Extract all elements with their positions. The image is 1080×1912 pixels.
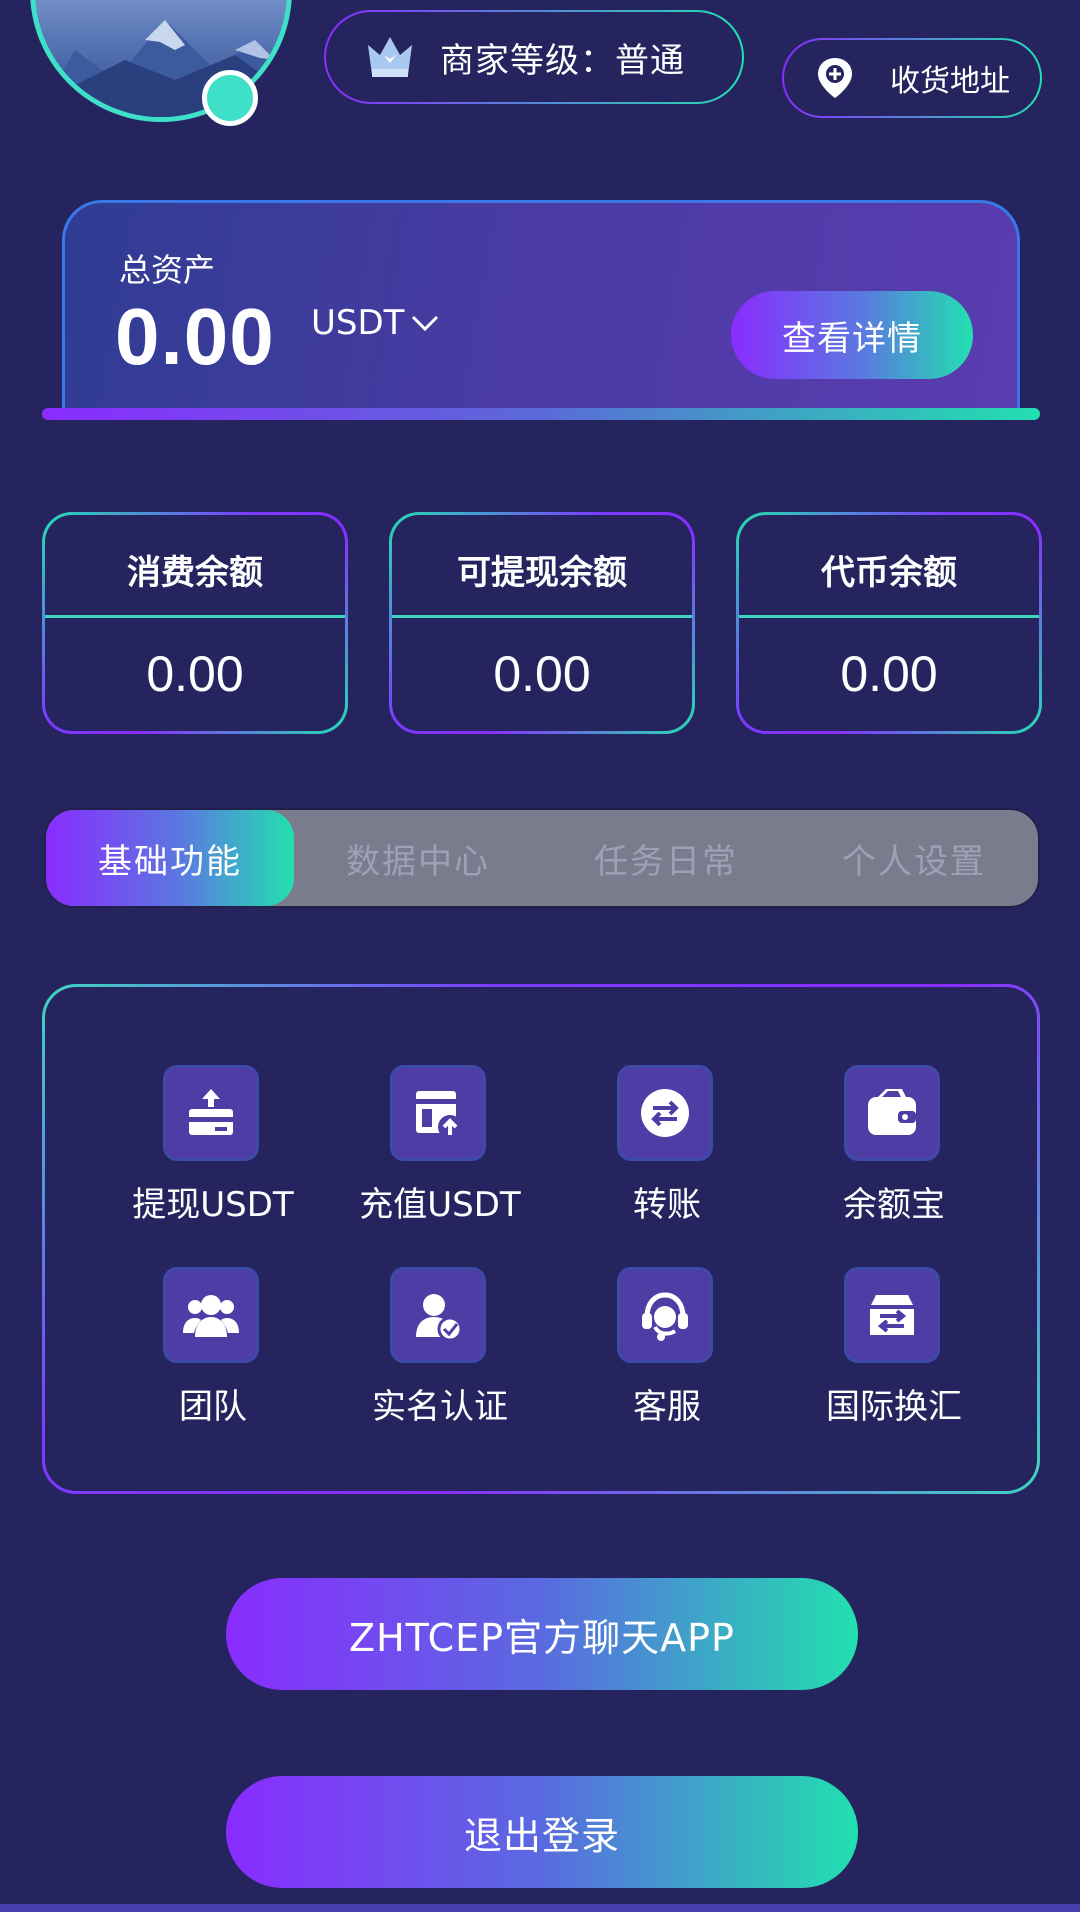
merchant-level-badge[interactable]: 商家等级：普通: [324, 10, 744, 104]
grid-item-recharge-usdt[interactable]: 充值USDT: [330, 1065, 550, 1235]
divider: [392, 615, 692, 618]
grid-item-label: 充值USDT: [359, 1185, 521, 1225]
view-details-button[interactable]: 查看详情: [731, 291, 973, 379]
grid-item-real-name-verification[interactable]: 实名认证: [330, 1267, 550, 1437]
grid-item-international-exchange[interactable]: 国际换汇: [784, 1267, 1004, 1437]
currency-selector[interactable]: USDT: [311, 303, 440, 343]
avatar-area[interactable]: [30, 0, 292, 130]
profile-page: 商家等级：普通 收货地址 总资产 0.00 USDT 查看详情 消费余额 0.0…: [0, 0, 1080, 1912]
logout-button[interactable]: 退出登录: [226, 1776, 858, 1888]
grid-item-transfer[interactable]: 转账: [557, 1065, 777, 1235]
shipping-address-button[interactable]: 收货地址: [782, 38, 1042, 118]
grid-item-yuebao[interactable]: 余额宝: [784, 1065, 1004, 1235]
grid-item-label: 转账: [633, 1185, 701, 1225]
divider: [45, 615, 345, 618]
grid-item-label: 提现USDT: [132, 1185, 294, 1225]
tab-basic-functions[interactable]: 基础功能: [46, 810, 294, 906]
bottom-edge: [0, 1904, 1080, 1912]
token-balance-card[interactable]: 代币余额 0.00: [736, 512, 1042, 734]
grid-item-withdraw-usdt[interactable]: 提现USDT: [103, 1065, 323, 1235]
grid-item-label: 余额宝: [843, 1185, 945, 1225]
tab-personal-settings[interactable]: 个人设置: [790, 810, 1038, 906]
tab-daily-tasks[interactable]: 任务日常: [542, 810, 790, 906]
chevron-down-icon: [412, 315, 439, 332]
wallet-icon: [844, 1065, 940, 1161]
crown-icon: [368, 37, 412, 77]
verify-user-icon: [390, 1267, 486, 1363]
withdraw-icon: [163, 1065, 259, 1161]
function-grid: 提现USDT 充值USDT 转账 余额宝 团队 实名认证 客服 国际换汇: [42, 984, 1040, 1494]
merchant-level-label: 商家等级：普通: [440, 40, 685, 81]
grid-item-team[interactable]: 团队: [103, 1267, 323, 1437]
total-assets-value: 0.00: [115, 292, 275, 381]
grid-item-label: 国际换汇: [826, 1387, 962, 1427]
official-chat-app-button[interactable]: ZHTCEP官方聊天APP: [226, 1578, 858, 1690]
balance-title: 消费余额: [127, 553, 263, 593]
function-tabs: 基础功能 数据中心 任务日常 个人设置: [44, 808, 1040, 908]
asset-card-underline: [42, 408, 1040, 420]
online-status-dot: [202, 70, 258, 126]
total-assets-title: 总资产: [119, 251, 216, 289]
transfer-icon: [617, 1065, 713, 1161]
balance-value: 0.00: [493, 646, 591, 702]
customer-service-icon: [617, 1267, 713, 1363]
balance-value: 0.00: [840, 646, 938, 702]
grid-item-customer-service[interactable]: 客服: [557, 1267, 777, 1437]
exchange-icon: [844, 1267, 940, 1363]
grid-item-label: 客服: [633, 1387, 701, 1427]
consumption-balance-card[interactable]: 消费余额 0.00: [42, 512, 348, 734]
balance-title: 可提现余额: [457, 553, 627, 593]
team-icon: [163, 1267, 259, 1363]
tab-data-center[interactable]: 数据中心: [294, 810, 542, 906]
shipping-address-label: 收货地址: [890, 64, 1010, 99]
withdrawable-balance-card[interactable]: 可提现余额 0.00: [389, 512, 695, 734]
grid-item-label: 实名认证: [372, 1387, 508, 1427]
total-assets-card: 总资产 0.00 USDT 查看详情: [62, 200, 1020, 412]
grid-item-label: 团队: [179, 1387, 247, 1427]
balance-value: 0.00: [146, 646, 244, 702]
currency-unit: USDT: [311, 303, 405, 343]
balance-title: 代币余额: [821, 553, 957, 593]
divider: [739, 615, 1039, 618]
location-pin-icon: [818, 58, 852, 98]
recharge-icon: [390, 1065, 486, 1161]
